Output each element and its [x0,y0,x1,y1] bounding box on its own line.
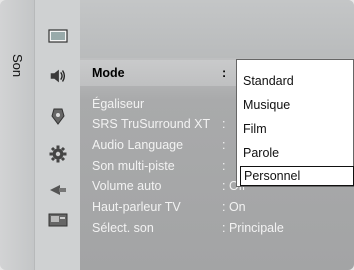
menu-item-tv-speaker: Haut-parleur TV : On [80,197,320,217]
mode-dropdown[interactable]: Standard Musique Film Parole Personnel [236,59,354,187]
menu-item-label: Audio Language [92,138,184,152]
dropdown-option-personnel[interactable]: Personnel [240,166,354,186]
tv-osd-window: Son Mode: Égaliseur SRS TruSurround XT … [0,0,354,270]
dropdown-option-film[interactable]: Film [243,122,267,136]
menu-icon-column [35,0,80,270]
menu-item-value: : [222,159,226,173]
dropdown-option-musique[interactable]: Musique [243,98,290,112]
side-tab: Son [0,0,35,270]
menu-item-value: : [222,138,226,152]
sound-icon[interactable] [48,66,68,86]
menu-item-label: Haut-parleur TV [92,200,181,214]
panel-header-area [80,0,354,58]
dropdown-option-standard[interactable]: Standard [243,74,294,88]
menu-item-value: : [222,66,227,80]
menu-item-value: : Principale [222,221,284,235]
menu-item-label: Volume auto [92,179,162,193]
menu-item-value: : On [222,200,246,214]
input-icon[interactable] [48,180,68,200]
side-tab-label: Son [10,54,25,78]
channel-icon[interactable] [48,106,68,126]
menu-item-label: Son multi-piste [92,159,175,173]
settings-gear-icon[interactable] [48,144,68,164]
menu-item-label: SRS TruSurround XT [92,117,211,131]
picture-icon[interactable] [47,26,68,46]
menu-item-label: Mode [92,66,125,80]
menu-item-label: Égaliseur [92,97,145,111]
menu-item-label: Sélect. son [92,221,154,235]
menu-item-sound-select: Sélect. son : Principale [80,218,320,238]
application-icon[interactable] [48,210,68,230]
menu-item-value: : [222,117,226,131]
dropdown-option-parole[interactable]: Parole [243,146,279,160]
